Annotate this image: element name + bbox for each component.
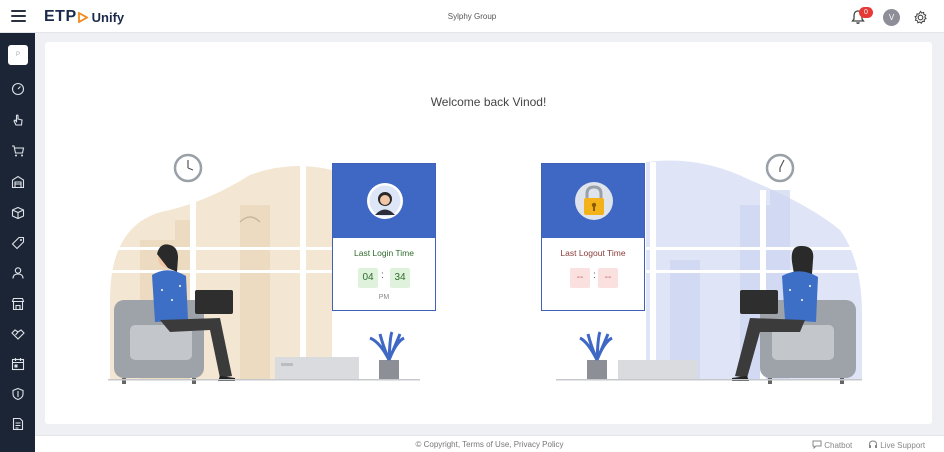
last-login-card: Last Login Time 04 : 34 PM: [332, 163, 436, 311]
notification-badge: 0: [859, 7, 873, 18]
shield-icon: [12, 387, 24, 401]
sidebar-item-dashboard[interactable]: [9, 80, 27, 98]
sidebar-item-reports[interactable]: [9, 415, 27, 433]
headset-icon: [869, 440, 877, 448]
sidebar-item-touch[interactable]: [9, 111, 27, 129]
user-avatar-icon: [367, 183, 403, 219]
logout-illustration: [556, 153, 862, 384]
box-icon: [11, 206, 25, 220]
menu-icon[interactable]: [11, 10, 26, 22]
chat-icon: [812, 440, 822, 450]
tag-icon: [11, 236, 25, 250]
support-label: Live Support: [880, 441, 926, 450]
brand-sub: Unify: [91, 9, 125, 25]
gear-icon[interactable]: [913, 10, 928, 25]
sidebar-item-users[interactable]: [9, 264, 27, 282]
terms-link[interactable]: Terms of Use,: [462, 440, 511, 449]
sidebar-item-store[interactable]: [9, 295, 27, 313]
hand-pointer-icon: [13, 114, 23, 126]
sidebar-item-inventory[interactable]: [9, 204, 27, 222]
login-minute: 34: [390, 268, 410, 288]
top-bar: ETP Unify Sylphy Group 0 V: [0, 0, 944, 33]
report-icon: [12, 417, 24, 431]
cart-icon: [12, 145, 25, 157]
login-ampm: PM: [378, 294, 390, 301]
chatbot-label: Chatbot: [824, 441, 853, 450]
sidebar-logo[interactable]: P: [8, 45, 28, 65]
store-icon: [11, 297, 25, 311]
live-support-link[interactable]: Live Support: [868, 440, 925, 450]
sidebar-item-warehouse[interactable]: [9, 173, 27, 191]
warehouse-icon: [11, 175, 25, 189]
dashboard-icon: [11, 82, 25, 96]
sidebar-item-pricing[interactable]: [9, 234, 27, 252]
sidebar: P: [0, 33, 35, 452]
sidebar-item-deals[interactable]: [9, 325, 27, 343]
login-colon: :: [381, 270, 384, 281]
user-avatar[interactable]: V: [883, 9, 900, 26]
privacy-link[interactable]: Privacy Policy: [514, 440, 564, 449]
copyright-text: © Copyright,: [415, 440, 461, 449]
person-icon: [12, 267, 24, 279]
sidebar-item-calendar[interactable]: [9, 355, 27, 373]
footer-links: © Copyright, Terms of Use, Privacy Polic…: [35, 440, 944, 449]
welcome-message: Welcome back Vinod!: [430, 95, 547, 109]
login-card-header: [333, 164, 435, 238]
brand-main: ETP: [44, 8, 77, 25]
sidebar-item-cart[interactable]: [9, 142, 27, 160]
company-name: Sylphy Group: [447, 12, 497, 21]
handshake-icon: [11, 329, 25, 340]
footer: © Copyright, Terms of Use, Privacy Polic…: [35, 435, 944, 452]
sidebar-item-security[interactable]: [9, 385, 27, 403]
login-hour: 04: [358, 268, 378, 288]
chatbot-link[interactable]: Chatbot: [812, 440, 852, 450]
calendar-icon: [11, 358, 25, 371]
login-title: Last Login Time: [353, 248, 414, 258]
play-icon: [77, 11, 88, 23]
brand-logo[interactable]: ETP Unify: [44, 8, 124, 26]
